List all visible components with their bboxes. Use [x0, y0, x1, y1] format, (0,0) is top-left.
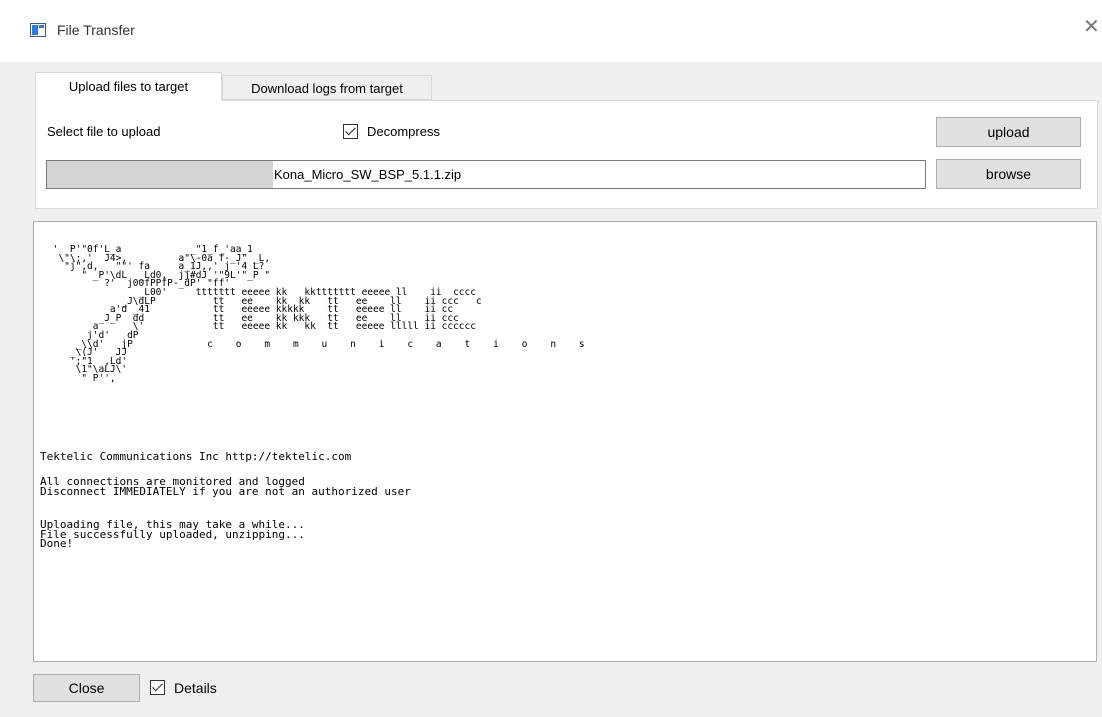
upload-button[interactable]: upload — [936, 117, 1081, 147]
file-name-value: Kona_Micro_SW_BSP_5.1.1.zip — [274, 167, 462, 182]
window-title: File Transfer — [57, 22, 135, 38]
select-file-label: Select file to upload — [47, 124, 161, 139]
title-bar: File Transfer ✕ — [0, 0, 1102, 62]
tab-upload-files[interactable]: Upload files to target — [35, 72, 222, 101]
details-checkbox[interactable] — [150, 680, 165, 695]
console-output[interactable]: ' P'"0f'L_a _"1_f_'aa_1 \"\;,' J4>, a"\-… — [33, 221, 1097, 662]
file-path-field[interactable]: Kona_Micro_SW_BSP_5.1.1.zip — [46, 160, 926, 189]
details-label[interactable]: Details — [174, 680, 217, 696]
close-window-icon[interactable]: ✕ — [1083, 17, 1100, 37]
app-window-icon — [30, 23, 46, 37]
company-line: Tektelic Communications Inc http://tekte… — [40, 450, 352, 463]
status-lines: Uploading file, this may take a while...… — [40, 518, 305, 550]
warning-lines: All connections are monitored and logged… — [40, 475, 411, 498]
file-path-redacted-prefix — [47, 161, 273, 188]
close-button[interactable]: Close — [33, 674, 140, 702]
browse-button[interactable]: browse — [936, 159, 1081, 189]
tab-download-logs[interactable]: Download logs from target — [222, 75, 432, 100]
tektelic-ascii-logo: ' P'"0f'L_a _"1_f_'aa_1 \"\;,' J4>, a"\-… — [52, 244, 585, 384]
decompress-label[interactable]: Decompress — [367, 124, 440, 139]
decompress-checkbox[interactable] — [343, 124, 358, 139]
